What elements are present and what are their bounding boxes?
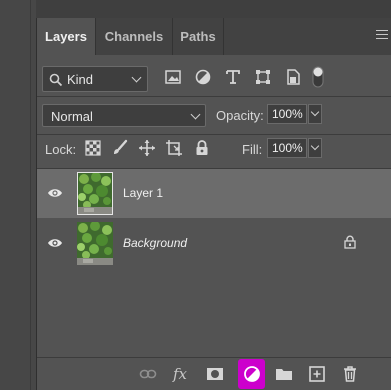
- panel-top-strip: [36, 0, 391, 18]
- layer-thumbnail[interactable]: [77, 221, 113, 265]
- layer-thumbnail[interactable]: [77, 172, 113, 215]
- divider: [37, 96, 391, 97]
- kind-label: Kind: [67, 72, 94, 87]
- blend-mode-value: Normal: [51, 109, 93, 124]
- opacity-input[interactable]: 100%: [267, 104, 307, 124]
- chevron-down-icon: [190, 109, 201, 120]
- filter-toggle-icon[interactable]: [312, 66, 324, 88]
- panel-menu-icon[interactable]: [376, 30, 388, 40]
- tab-bar: Layers Channels Paths: [37, 18, 391, 55]
- layer-row-layer-1[interactable]: Layer 1: [37, 169, 391, 218]
- layer-name[interactable]: Layer 1: [123, 186, 163, 200]
- shape-filter-icon[interactable]: [254, 68, 272, 86]
- tab-channels[interactable]: Channels: [96, 18, 172, 55]
- eye-icon[interactable]: [47, 237, 63, 249]
- mask-icon[interactable]: [206, 365, 224, 383]
- new-layer-icon[interactable]: [308, 365, 326, 383]
- lock-transparent-pixels-icon[interactable]: [84, 139, 102, 157]
- pixel-filter-icon[interactable]: [164, 68, 182, 86]
- kind-filter-dropdown[interactable]: Kind: [42, 66, 148, 92]
- link-layers-icon[interactable]: [139, 365, 157, 383]
- fill-slider-toggle[interactable]: [308, 138, 322, 158]
- gutter-divider: [30, 0, 31, 390]
- divider: [37, 134, 391, 135]
- tab-divider: [223, 18, 224, 55]
- fill-label: Fill:: [242, 142, 263, 157]
- group-folder-icon[interactable]: [275, 365, 293, 383]
- eye-icon[interactable]: [47, 187, 63, 199]
- lock-icon[interactable]: [344, 235, 356, 249]
- lock-label: Lock:: [45, 142, 77, 157]
- fill-input[interactable]: 100%: [267, 138, 307, 158]
- lock-position-icon[interactable]: [138, 139, 156, 157]
- layers-panel: Layers Channels Paths Kind Normal Opacit…: [36, 18, 391, 390]
- adjustment-layer-icon[interactable]: [243, 365, 261, 383]
- chevron-down-icon: [131, 72, 142, 83]
- smartobject-filter-icon[interactable]: [284, 68, 302, 86]
- artboard-autonest-icon[interactable]: [165, 139, 183, 157]
- layer-name[interactable]: Background: [123, 236, 187, 250]
- opacity-slider-toggle[interactable]: [308, 104, 322, 124]
- type-filter-icon[interactable]: [224, 68, 242, 86]
- lock-all-icon[interactable]: [193, 139, 211, 157]
- fx-icon[interactable]: fx: [171, 365, 189, 383]
- tab-layers[interactable]: Layers: [37, 18, 95, 55]
- trash-icon[interactable]: [341, 365, 359, 383]
- layers-bottom-toolbar: fx: [37, 358, 391, 390]
- adjustment-filter-icon[interactable]: [194, 68, 212, 86]
- search-icon: [49, 73, 63, 87]
- blend-mode-dropdown[interactable]: Normal: [42, 104, 206, 127]
- tab-paths[interactable]: Paths: [173, 18, 223, 55]
- layer-row-background[interactable]: Background: [37, 219, 391, 268]
- lock-image-pixels-icon[interactable]: [111, 139, 129, 157]
- opacity-label: Opacity:: [216, 108, 264, 123]
